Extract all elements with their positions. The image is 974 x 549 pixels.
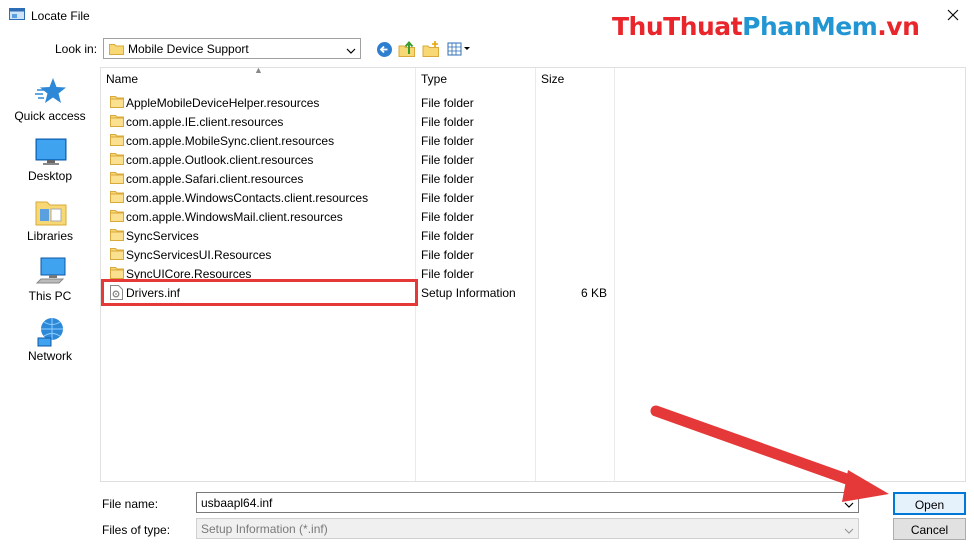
file-type: File folder	[421, 210, 474, 224]
place-label: Libraries	[26, 229, 74, 243]
folder-icon	[110, 171, 124, 187]
folder-icon	[110, 114, 124, 130]
highlight-box	[101, 279, 418, 306]
folder-icon	[109, 42, 124, 58]
file-name: SyncServices	[126, 229, 199, 243]
file-row[interactable]: AppleMobileDeviceHelper.resources File fo…	[101, 93, 967, 112]
open-button[interactable]: Open	[893, 492, 966, 515]
file-type: Setup Information	[421, 286, 516, 300]
watermark-logo: ThuThuatPhanMem.vn	[612, 12, 920, 41]
file-type: File folder	[421, 172, 474, 186]
back-arrow-icon[interactable]	[374, 39, 394, 59]
locate-file-app-icon	[9, 8, 25, 22]
this-pc-icon	[35, 256, 67, 288]
place-desktop[interactable]: Desktop	[0, 136, 100, 196]
folder-icon	[110, 95, 124, 111]
new-folder-icon[interactable]	[421, 39, 441, 59]
sort-ascending-icon: ▲	[254, 65, 263, 75]
file-name: com.apple.Outlook.client.resources	[126, 153, 314, 167]
window-title: Locate File	[31, 9, 90, 23]
file-row[interactable]: SyncServices File folder	[101, 226, 967, 245]
view-menu-icon[interactable]	[446, 39, 472, 59]
close-icon[interactable]	[940, 4, 966, 26]
watermark-part-2: PhanMem	[742, 12, 878, 41]
folder-icon	[110, 133, 124, 149]
folder-icon	[110, 247, 124, 263]
file-row[interactable]: com.apple.IE.client.resources File folder	[101, 112, 967, 131]
libraries-icon	[35, 196, 67, 228]
files-of-type-dropdown[interactable]: Setup Information (*.inf)	[196, 518, 859, 539]
file-type: File folder	[421, 134, 474, 148]
up-folder-icon[interactable]	[397, 39, 417, 59]
file-type: File folder	[421, 229, 474, 243]
file-name-combo[interactable]: usbaapl64.inf	[196, 492, 859, 513]
file-size: 6 KB	[580, 286, 607, 300]
chevron-down-icon[interactable]	[346, 44, 356, 58]
file-type: File folder	[421, 191, 474, 205]
place-this-pc[interactable]: This PC	[0, 256, 100, 316]
folder-icon	[110, 228, 124, 244]
file-row[interactable]: com.apple.Outlook.client.resources File f…	[101, 150, 967, 169]
column-header-type[interactable]: Type	[421, 72, 447, 86]
place-libraries[interactable]: Libraries	[0, 196, 100, 256]
watermark-part-3: .vn	[877, 12, 920, 41]
file-name: SyncServicesUI.Resources	[126, 248, 272, 262]
file-name: AppleMobileDeviceHelper.resources	[126, 96, 320, 110]
place-label: Desktop	[27, 169, 73, 183]
column-header-size[interactable]: Size	[541, 72, 564, 86]
column-header-name[interactable]: Name	[106, 72, 138, 86]
file-type: File folder	[421, 115, 474, 129]
file-name-input[interactable]: usbaapl64.inf	[201, 496, 272, 510]
files-of-type-label: Files of type:	[102, 523, 171, 537]
files-of-type-value: Setup Information (*.inf)	[201, 522, 328, 536]
place-label: Quick access	[14, 109, 86, 123]
place-quick-access[interactable]: Quick access	[0, 76, 100, 136]
file-row[interactable]: SyncServicesUI.Resources File folder	[101, 245, 967, 264]
file-row[interactable]: com.apple.Safari.client.resources File fo…	[101, 169, 967, 188]
folder-icon	[110, 152, 124, 168]
place-label: Network	[27, 349, 72, 363]
file-row[interactable]: com.apple.WindowsContacts.client.resourc…	[101, 188, 967, 207]
file-name-label: File name:	[102, 497, 159, 511]
place-network[interactable]: Network	[0, 316, 100, 376]
file-name: com.apple.WindowsMail.client.resources	[126, 210, 343, 224]
chevron-down-icon[interactable]	[844, 498, 854, 512]
look-in-dropdown[interactable]: Mobile Device Support	[103, 38, 361, 59]
file-name: com.apple.MobileSync.client.resources	[126, 134, 335, 148]
file-row[interactable]: com.apple.WindowsMail.client.resources Fi…	[101, 207, 967, 226]
file-type: File folder	[421, 153, 474, 167]
look-in-value: Mobile Device Support	[128, 42, 249, 56]
network-icon	[35, 316, 67, 348]
file-name: com.apple.IE.client.resources	[126, 115, 284, 129]
place-label: This PC	[28, 289, 72, 303]
cancel-button[interactable]: Cancel	[893, 518, 966, 540]
desktop-icon	[35, 136, 67, 168]
chevron-down-icon[interactable]	[844, 524, 854, 538]
file-type: File folder	[421, 267, 474, 281]
places-bar: Quick access Desktop Libraries This PC N…	[0, 68, 100, 488]
file-type: File folder	[421, 96, 474, 110]
file-type: File folder	[421, 248, 474, 262]
file-list[interactable]: ▲ Name Type Size AppleMobileDeviceHelper…	[100, 65, 967, 482]
folder-icon	[110, 209, 124, 225]
file-row[interactable]: com.apple.MobileSync.client.resources Fil…	[101, 131, 967, 150]
watermark-part-1: ThuThuat	[612, 12, 743, 41]
file-name: com.apple.Safari.client.resources	[126, 172, 304, 186]
folder-icon	[110, 190, 124, 206]
file-name: com.apple.WindowsContacts.client.resourc…	[126, 191, 369, 205]
quick-access-star-icon	[35, 76, 67, 108]
look-in-label: Look in:	[55, 42, 98, 56]
